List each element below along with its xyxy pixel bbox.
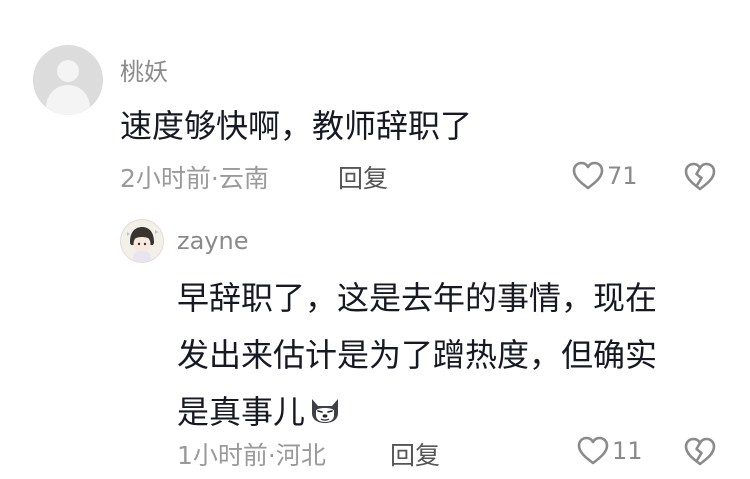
heart-outline-icon — [577, 436, 609, 465]
comment-text: 速度够快啊，教师辞职了 — [120, 107, 473, 145]
like-count: 11 — [612, 437, 643, 465]
comment-meta: 2小时前·云南 — [120, 164, 269, 193]
dislike-button[interactable] — [684, 162, 716, 196]
like-count: 71 — [607, 162, 638, 190]
anime-avatar-image — [121, 220, 163, 262]
dislike-button[interactable] — [684, 437, 716, 471]
broken-heart-icon — [684, 162, 716, 191]
like-button[interactable]: 11 — [577, 436, 643, 466]
reply-button[interactable]: 回复 — [390, 436, 440, 472]
default-avatar-head — [57, 60, 79, 82]
cat-face-emoji — [307, 386, 343, 443]
reply-button[interactable]: 回复 — [338, 159, 388, 195]
comment-text-line: 早辞职了，这是去年的事情，现在 — [177, 279, 658, 317]
comment-username[interactable]: 桃妖 — [120, 52, 168, 87]
broken-heart-icon — [684, 437, 716, 466]
comment-text: 早辞职了，这是去年的事情，现在 发出来估计是为了蹭热度，但确实 是真事儿 — [177, 270, 737, 443]
avatar[interactable] — [120, 219, 164, 263]
avatar[interactable] — [33, 45, 103, 115]
comment-username[interactable]: zayne — [177, 227, 248, 255]
comment-text-line: 是真事儿 — [177, 393, 306, 431]
comment-meta: 1小时前·河北 — [177, 441, 326, 470]
comment-text-line-with-emoji: 是真事儿 — [177, 384, 737, 443]
heart-outline-icon — [572, 161, 604, 190]
default-avatar-body — [46, 85, 90, 115]
comment-text-line: 发出来估计是为了蹭热度，但确实 — [177, 336, 658, 374]
like-button[interactable]: 71 — [572, 161, 638, 191]
